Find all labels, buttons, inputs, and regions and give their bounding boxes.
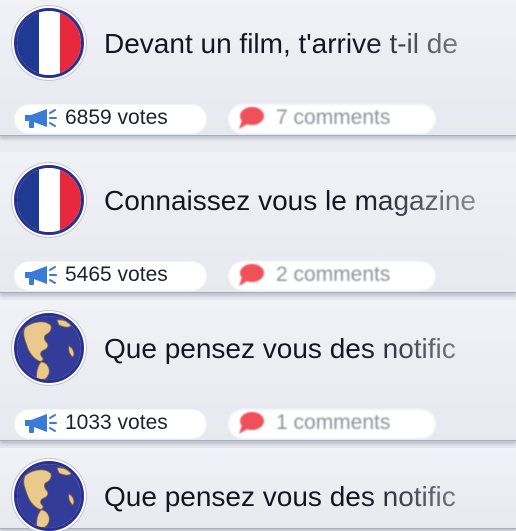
question-card[interactable]: Devant un film, t'arrive t-il de 6859 vo… [0, 0, 516, 136]
votes-count: 1033 votes [65, 411, 168, 434]
question-title[interactable]: Que pensez vous des notific [104, 333, 516, 365]
question-title[interactable]: Devant un film, t'arrive t-il de [104, 28, 516, 60]
globe-icon [14, 461, 84, 531]
megaphone-icon [23, 107, 57, 129]
comments-badge[interactable]: 7 comments [228, 103, 436, 133]
votes-count: 5465 votes [65, 263, 168, 286]
question-card[interactable]: Que pensez vous des notific 1033 votes 1… [0, 300, 516, 441]
votes-badge[interactable]: 1033 votes [14, 408, 207, 438]
question-title[interactable]: Que pensez vous des notific [104, 481, 516, 513]
speech-bubble-icon [236, 411, 266, 435]
speech-bubble-icon [236, 263, 266, 287]
comments-count: 2 comments [276, 263, 391, 286]
megaphone-icon [23, 412, 57, 434]
speech-bubble-icon [236, 106, 266, 130]
france-flag-icon [14, 165, 84, 235]
votes-count: 6859 votes [65, 106, 168, 129]
comments-count: 7 comments [276, 106, 391, 129]
megaphone-icon [23, 264, 57, 286]
votes-badge[interactable]: 6859 votes [14, 103, 207, 133]
comments-badge[interactable]: 1 comments [228, 408, 436, 438]
france-flag-icon [14, 8, 84, 78]
globe-icon [14, 313, 84, 383]
votes-badge[interactable]: 5465 votes [14, 260, 207, 290]
comments-badge[interactable]: 2 comments [228, 260, 436, 290]
question-title[interactable]: Connaissez vous le magazine [104, 185, 516, 217]
question-feed: Devant un film, t'arrive t-il de 6859 vo… [0, 0, 516, 531]
question-card[interactable]: Connaissez vous le magazine 5465 votes 2… [0, 152, 516, 293]
question-card[interactable]: Que pensez vous des notific [0, 448, 516, 531]
comments-count: 1 comments [276, 411, 391, 434]
